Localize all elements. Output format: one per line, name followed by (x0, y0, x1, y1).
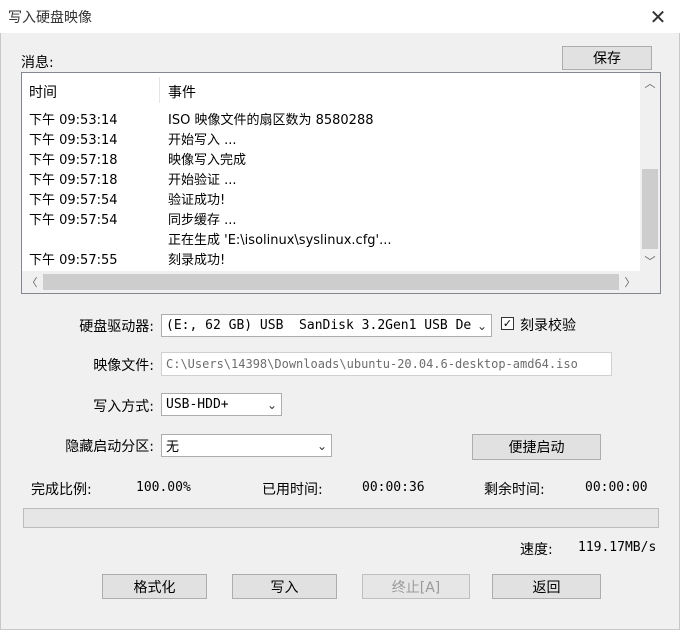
write-method-value: USB-HDD+ (166, 397, 229, 412)
drive-select-value: (E:, 62 GB) USB SanDisk 3.2Gen1 USB De (166, 318, 472, 333)
drive-select[interactable]: (E:, 62 GB) USB SanDisk 3.2Gen1 USB De ⌄ (161, 314, 492, 337)
speed-value: 119.17MB/s (578, 540, 657, 555)
column-header-event[interactable]: 事件 (168, 82, 196, 102)
drive-label: 硬盘驱动器: (79, 319, 154, 335)
verify-checkbox-group[interactable]: ✓ (501, 317, 514, 330)
log-event: ISO 映像文件的扇区数为 8580288 (168, 113, 374, 128)
log-time: 下午 09:53:14 (29, 113, 118, 128)
progress-bar (23, 508, 659, 528)
scroll-left-icon[interactable]: 〈 (22, 271, 42, 293)
chevron-down-icon: ⌄ (476, 318, 487, 333)
quick-boot-button[interactable]: 便捷启动 (472, 434, 601, 460)
log-row[interactable]: 下午 09:53:14 开始写入 ... (22, 127, 642, 148)
log-row[interactable]: 下午 09:57:18 映像写入完成 (22, 147, 642, 168)
log-event: 同步缓存 ... (168, 213, 237, 228)
scroll-right-icon[interactable]: 〉 (620, 271, 640, 293)
horizontal-scroll-thumb[interactable] (43, 274, 619, 290)
format-button[interactable]: 格式化 (102, 574, 207, 599)
remaining-value: 00:00:00 (585, 480, 648, 495)
messages-label: 消息: (21, 55, 54, 71)
hidden-partition-label: 隐藏启动分区: (65, 439, 154, 455)
back-button[interactable]: 返回 (492, 574, 601, 599)
log-time: 下午 09:57:18 (29, 173, 118, 188)
log-row[interactable]: 下午 09:57:54 同步缓存 ... (22, 207, 642, 228)
log-event: 映像写入完成 (168, 153, 247, 168)
message-log[interactable]: 时间 事件 下午 09:53:14 ISO 映像文件的扇区数为 8580288 … (21, 72, 661, 294)
column-divider[interactable] (159, 77, 160, 103)
write-method-label: 写入方式: (93, 399, 154, 415)
log-row[interactable]: 下午 09:53:14 ISO 映像文件的扇区数为 8580288 (22, 107, 642, 128)
log-row[interactable]: 正在生成 'E:\isolinux\syslinux.cfg'... (22, 227, 642, 248)
log-time: 下午 09:57:54 (29, 213, 118, 228)
log-row[interactable]: 下午 09:57:18 开始验证 ... (22, 167, 642, 188)
vertical-scroll-thumb[interactable] (642, 169, 658, 249)
log-event: 开始验证 ... (168, 173, 237, 188)
horizontal-scrollbar[interactable]: 〈 〉 (22, 271, 640, 293)
verify-checkbox[interactable]: ✓ (501, 317, 514, 330)
log-time: 下午 09:53:14 (29, 133, 118, 148)
log-header: 时间 事件 (22, 73, 642, 107)
chevron-down-icon: ⌄ (266, 397, 277, 412)
log-time: 下午 09:57:18 (29, 153, 118, 168)
log-event: 刻录成功! (168, 253, 226, 268)
log-event: 验证成功! (168, 193, 226, 208)
column-header-time[interactable]: 时间 (29, 82, 57, 102)
vertical-scrollbar[interactable]: ︿ ﹀ (640, 73, 660, 271)
hidden-partition-value: 无 (166, 440, 180, 455)
hidden-partition-select[interactable]: 无 ⌄ (161, 434, 332, 457)
log-time: 下午 09:57:55 (29, 253, 118, 268)
scroll-corner (640, 271, 660, 293)
close-button[interactable]: ✕ (636, 0, 680, 33)
image-file-field[interactable]: C:\Users\14398\Downloads\ubuntu-20.04.6-… (161, 352, 612, 376)
window-title: 写入硬盘映像 (8, 10, 92, 26)
log-row[interactable]: 下午 09:57:54 验证成功! (22, 187, 642, 208)
log-time: 下午 09:57:54 (29, 193, 118, 208)
log-event: 开始写入 ... (168, 133, 237, 148)
stop-button[interactable]: 终止[A] (362, 574, 470, 599)
percent-value: 100.00% (136, 480, 191, 495)
scroll-down-icon[interactable]: ﹀ (640, 251, 660, 271)
verify-label[interactable]: 刻录校验 (520, 315, 576, 335)
write-button[interactable]: 写入 (232, 574, 337, 599)
log-row[interactable]: 下午 09:57:55 刻录成功! (22, 247, 642, 268)
image-file-label: 映像文件: (93, 358, 154, 374)
write-method-select[interactable]: USB-HDD+ ⌄ (161, 393, 282, 416)
close-icon: ✕ (649, 4, 667, 29)
remaining-label: 剩余时间: (484, 482, 545, 498)
save-button[interactable]: 保存 (562, 46, 652, 70)
log-event: 正在生成 'E:\isolinux\syslinux.cfg'... (168, 233, 392, 248)
speed-label: 速度: (520, 542, 553, 558)
title-bar: 写入硬盘映像 ✕ (0, 0, 680, 33)
scroll-up-icon[interactable]: ︿ (640, 73, 660, 93)
chevron-down-icon: ⌄ (316, 438, 327, 453)
elapsed-value: 00:00:36 (362, 480, 425, 495)
percent-label: 完成比例: (31, 482, 92, 498)
elapsed-label: 已用时间: (262, 482, 323, 498)
